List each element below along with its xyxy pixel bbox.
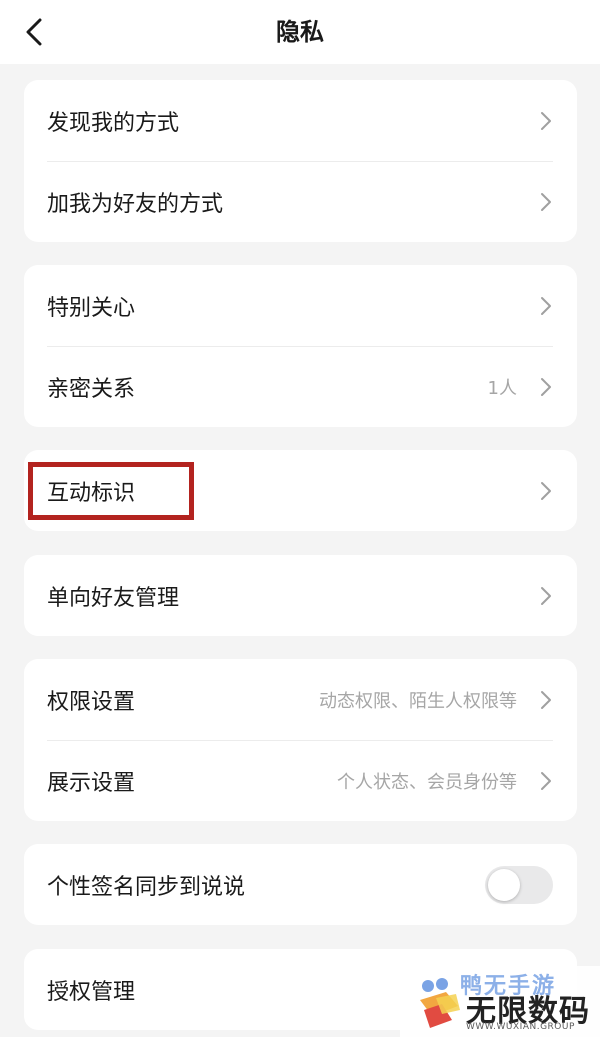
- row-value: 动态权限、陌生人权限等: [319, 690, 517, 712]
- row-permission-settings[interactable]: 权限设置 动态权限、陌生人权限等: [24, 659, 577, 740]
- row-label: 特别关心: [47, 295, 136, 321]
- toggle-knob: [488, 868, 520, 901]
- row-label: 权限设置: [47, 689, 136, 715]
- row-intimate-relation[interactable]: 亲密关系 1人: [24, 346, 577, 427]
- card-permissions: 权限设置 动态权限、陌生人权限等 展示设置 个人状态、会员身份等: [24, 659, 577, 821]
- row-special-care[interactable]: 特别关心: [24, 265, 577, 346]
- row-label: 亲密关系: [47, 376, 136, 402]
- watermark: 鸭无手游 无限数码 WWW.WUXIAN.GROUP: [400, 966, 600, 1037]
- row-add-friend-method[interactable]: 加我为好友的方式: [24, 161, 577, 242]
- chevron-right-icon: [539, 376, 553, 398]
- row-display-settings[interactable]: 展示设置 个人状态、会员身份等: [24, 740, 577, 821]
- card-relations: 特别关心 亲密关系 1人: [24, 265, 577, 427]
- card-interaction-badge: 互动标识: [24, 450, 577, 531]
- back-button[interactable]: [14, 12, 54, 52]
- page-title: 隐私: [276, 18, 324, 46]
- row-label: 互动标识: [47, 480, 136, 506]
- row-signature-sync: 个性签名同步到说说: [24, 844, 577, 925]
- row-interaction-badge[interactable]: 互动标识: [24, 450, 577, 531]
- row-label: 单向好友管理: [47, 585, 180, 611]
- row-label: 个性签名同步到说说: [47, 874, 246, 900]
- watermark-logo-icon: [420, 978, 460, 1028]
- chevron-right-icon: [539, 689, 553, 711]
- row-one-way-friends[interactable]: 单向好友管理: [24, 555, 577, 636]
- card-discovery: 发现我的方式 加我为好友的方式: [24, 80, 577, 242]
- chevron-right-icon: [539, 110, 553, 132]
- chevron-right-icon: [539, 770, 553, 792]
- watermark-sub-text: WWW.WUXIAN.GROUP: [466, 1022, 575, 1032]
- card-one-way-friends: 单向好友管理: [24, 555, 577, 636]
- row-label: 发现我的方式: [47, 110, 180, 136]
- chevron-right-icon: [539, 191, 553, 213]
- chevron-right-icon: [539, 480, 553, 502]
- chevron-right-icon: [539, 295, 553, 317]
- row-label: 展示设置: [47, 770, 136, 796]
- chevron-right-icon: [539, 585, 553, 607]
- card-signature-sync: 个性签名同步到说说: [24, 844, 577, 925]
- row-discover-me[interactable]: 发现我的方式: [24, 80, 577, 161]
- nav-header: 隐私: [0, 0, 600, 64]
- row-label: 加我为好友的方式: [47, 191, 224, 217]
- privacy-settings-page: 隐私 发现我的方式 加我为好友的方式 特别关心 亲密关系 1人 互动标识 单向好…: [0, 0, 600, 1037]
- signature-sync-toggle[interactable]: [485, 865, 553, 904]
- row-value: 个人状态、会员身份等: [337, 771, 517, 793]
- chevron-left-icon: [26, 18, 42, 46]
- row-value: 1人: [487, 377, 517, 399]
